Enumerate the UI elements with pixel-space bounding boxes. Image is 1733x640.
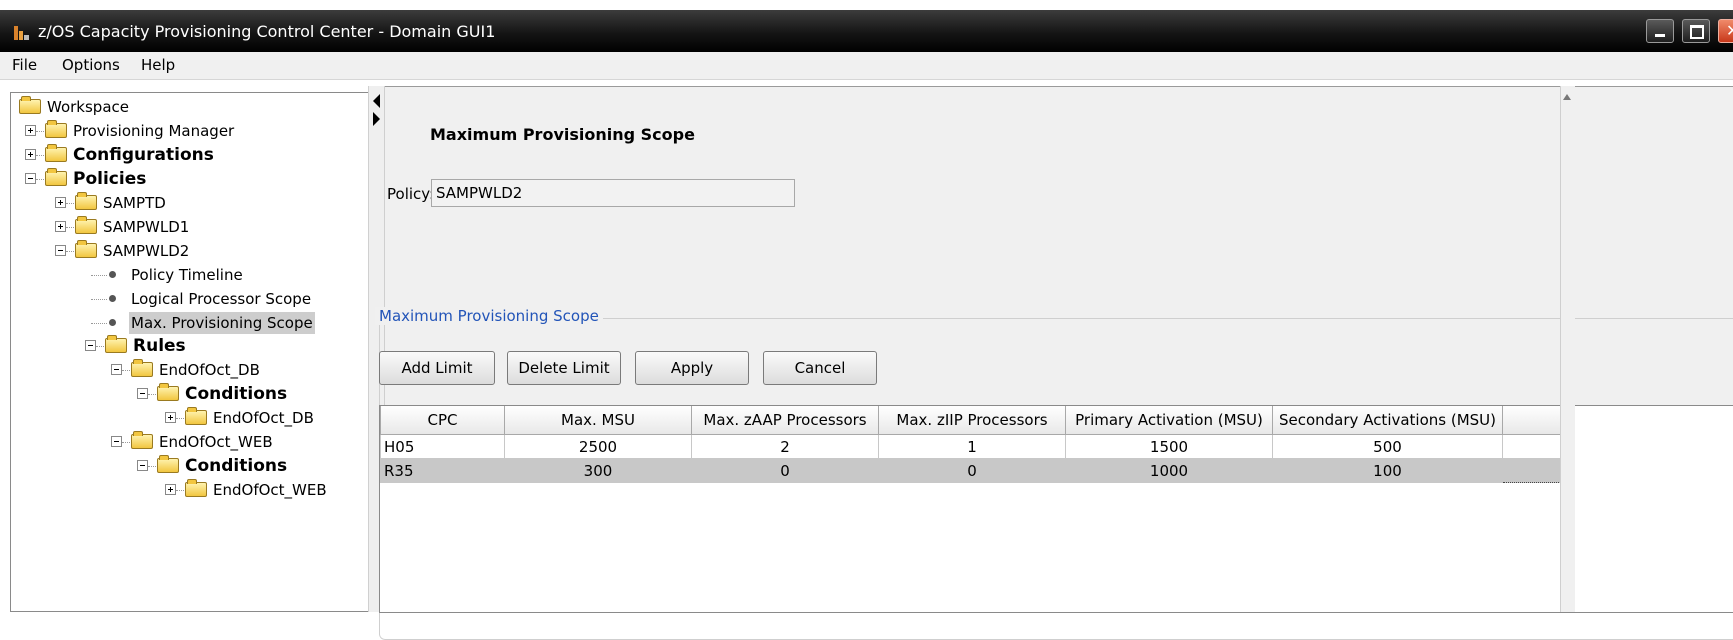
collapse-icon[interactable] — [25, 173, 36, 184]
column-header-filler — [1502, 406, 1561, 435]
folder-icon — [75, 216, 97, 234]
folder-icon — [131, 431, 153, 449]
table-row-selected[interactable]: R35 300 0 0 1000 100 — [380, 458, 1561, 483]
window-title: z/OS Capacity Provisioning Control Cente… — [38, 22, 496, 41]
tree-node-label: Max. Provisioning Scope — [129, 312, 315, 334]
expand-icon[interactable] — [25, 125, 36, 136]
folder-icon — [45, 144, 67, 162]
folder-icon — [45, 168, 67, 186]
close-button[interactable] — [1718, 19, 1733, 43]
tree-node-label: SAMPTD — [103, 194, 166, 212]
menu-bar: File Options Help — [0, 52, 1733, 80]
tree-node-label: Provisioning Manager — [73, 122, 235, 140]
limits-table: CPC Max. MSU Max. zAAP Processors Max. z… — [379, 405, 1733, 613]
workspace-tree: Workspace Provisioning Manager Configura… — [10, 92, 368, 612]
expand-icon[interactable] — [55, 221, 66, 232]
cell-max-msu[interactable]: 300 — [504, 458, 692, 483]
cell-cpc[interactable]: H05 — [380, 434, 505, 459]
expand-icon[interactable] — [25, 149, 36, 160]
column-header-max-ziip[interactable]: Max. zIIP Processors — [878, 406, 1066, 435]
tree-node-label: Conditions — [185, 384, 288, 404]
collapse-left-arrow-icon[interactable] — [373, 94, 380, 108]
folder-icon — [75, 192, 97, 210]
folder-icon — [105, 335, 127, 353]
expand-icon[interactable] — [165, 484, 176, 495]
expand-right-arrow-icon[interactable] — [373, 112, 380, 126]
cell-max-msu[interactable]: 2500 — [504, 434, 692, 459]
title-bar: z/OS Capacity Provisioning Control Cente… — [0, 10, 1733, 52]
tree-node-label: SAMPWLD1 — [103, 218, 190, 236]
vertical-scrollbar[interactable] — [1560, 86, 1575, 612]
minimize-button[interactable] — [1646, 19, 1674, 43]
menu-options[interactable]: Options — [62, 56, 120, 74]
cell-cpc[interactable]: R35 — [380, 458, 505, 483]
column-header-max-msu[interactable]: Max. MSU — [504, 406, 692, 435]
cell-max-ziip[interactable]: 1 — [878, 434, 1066, 459]
folder-icon — [45, 120, 67, 138]
tree-node-label: Rules — [133, 336, 186, 356]
column-header-cpc[interactable]: CPC — [380, 406, 505, 435]
cell-max-zaap[interactable]: 0 — [691, 458, 879, 483]
column-header-secondary-activations[interactable]: Secondary Activations (MSU) — [1272, 406, 1503, 435]
tree-node-label: EndOfOct_WEB — [159, 433, 273, 451]
tree-node-label: Workspace — [47, 98, 129, 116]
column-header-primary-activation[interactable]: Primary Activation (MSU) — [1065, 406, 1273, 435]
tree-node-label: EndOfOct_DB — [213, 409, 314, 427]
table-row[interactable]: H05 2500 2 1 1500 500 — [380, 434, 1561, 459]
menu-file[interactable]: File — [12, 56, 37, 74]
cell-max-zaap[interactable]: 2 — [691, 434, 879, 459]
tree-node-label: Policy Timeline — [131, 266, 243, 284]
collapse-icon[interactable] — [137, 460, 148, 471]
folder-icon — [185, 407, 207, 425]
leaf-bullet-icon — [109, 295, 116, 302]
tree-node-label: Policies — [73, 169, 147, 189]
app-icon — [14, 24, 30, 40]
collapse-icon[interactable] — [85, 340, 96, 351]
cell-primary-activation[interactable]: 1000 — [1065, 458, 1273, 483]
tree-node-label: SAMPWLD2 — [103, 242, 190, 260]
maximize-button[interactable] — [1682, 19, 1710, 43]
table-header-row: CPC Max. MSU Max. zAAP Processors Max. z… — [380, 406, 1561, 435]
expand-icon[interactable] — [55, 197, 66, 208]
policy-label: Policy: — [387, 185, 435, 203]
cell-primary-activation[interactable]: 1500 — [1065, 434, 1273, 459]
apply-button[interactable]: Apply — [635, 351, 749, 385]
leaf-bullet-icon — [109, 271, 116, 278]
column-header-max-zaap[interactable]: Max. zAAP Processors — [691, 406, 879, 435]
cell-max-ziip[interactable]: 0 — [878, 458, 1066, 483]
folder-icon — [185, 479, 207, 497]
tree-node-label: Conditions — [185, 456, 288, 476]
folder-icon — [75, 240, 97, 258]
cancel-button[interactable]: Cancel — [763, 351, 877, 385]
cell-secondary-activations[interactable]: 100 — [1272, 458, 1503, 483]
collapse-icon[interactable] — [137, 388, 148, 399]
menu-help[interactable]: Help — [141, 56, 175, 74]
section-title: Maximum Provisioning Scope — [430, 125, 695, 144]
details-pane: Maximum Provisioning Scope Policy: Maxim… — [375, 86, 1733, 640]
policy-field[interactable] — [431, 179, 795, 207]
tree-node-label: Logical Processor Scope — [131, 290, 312, 308]
tree-node-label: EndOfOct_WEB — [213, 481, 327, 499]
folder-icon — [19, 96, 41, 114]
cell-filler — [1502, 458, 1561, 483]
cell-filler — [1502, 434, 1561, 459]
folder-icon — [131, 359, 153, 377]
tree-node-label: EndOfOct_DB — [159, 361, 260, 379]
folder-icon — [157, 455, 179, 473]
leaf-bullet-icon — [109, 319, 116, 326]
delete-limit-button[interactable]: Delete Limit — [507, 351, 621, 385]
collapse-icon[interactable] — [55, 245, 66, 256]
expand-icon[interactable] — [165, 412, 176, 423]
tree-node-label: Configurations — [73, 145, 214, 165]
cell-secondary-activations[interactable]: 500 — [1272, 434, 1503, 459]
folder-icon — [157, 383, 179, 401]
collapse-icon[interactable] — [111, 364, 122, 375]
add-limit-button[interactable]: Add Limit — [379, 351, 495, 385]
collapse-icon[interactable] — [111, 436, 122, 447]
group-title: Maximum Provisioning Scope — [375, 307, 603, 325]
